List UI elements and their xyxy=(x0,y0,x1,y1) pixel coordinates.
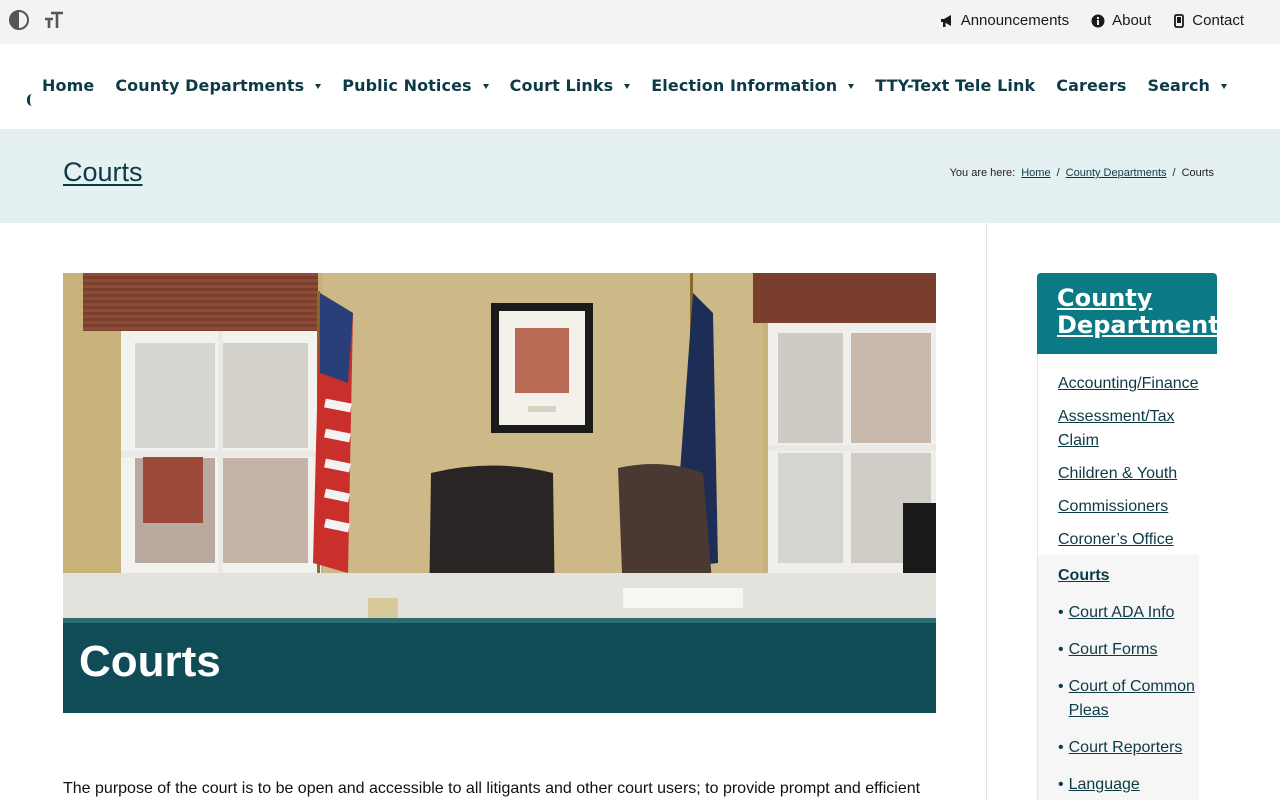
phone-icon xyxy=(1173,13,1185,28)
nav-item-court-links[interactable]: Court Links xyxy=(510,76,631,95)
about-link[interactable]: About xyxy=(1091,12,1151,29)
contact-link[interactable]: Contact xyxy=(1173,12,1244,29)
nav-item-public-notices[interactable]: Public Notices xyxy=(342,76,489,95)
subitem-label: Court ADA Info xyxy=(1068,604,1175,621)
intro-paragraph: The purpose of the court is to be open a… xyxy=(63,780,921,797)
breadcrumb-home[interactable]: Home xyxy=(1021,167,1050,179)
hero-image: Courts xyxy=(63,273,936,713)
breadcrumb: You are here: Home / County Departments … xyxy=(950,167,1214,179)
utility-bar: Announcements About Contact xyxy=(0,0,1280,44)
subitem-label: Language xyxy=(1068,776,1140,793)
sidebar-item-commissioners[interactable]: Commissioners xyxy=(1058,495,1168,519)
caret-down-icon xyxy=(1221,83,1228,89)
breadcrumb-current: Courts xyxy=(1181,167,1214,179)
nav-item-county-departments[interactable]: County Departments xyxy=(115,76,322,95)
content-divider xyxy=(986,223,987,800)
sidebar-list: Accounting/Finance Assessment/Tax Claim … xyxy=(1037,354,1217,800)
sidebar-subitem-court-ada-info[interactable]: • Court ADA Info xyxy=(1058,601,1174,625)
nav-item-label: County Departments xyxy=(115,76,305,95)
sidebar-subitem-court-of-common-pleas[interactable]: • Court of Common Pleas xyxy=(1058,675,1198,723)
bullet: • xyxy=(1058,739,1064,756)
subitem-label: Court of Common Pleas xyxy=(1068,678,1195,719)
sidebar-title[interactable]: County Departments xyxy=(1057,285,1217,339)
caret-down-icon xyxy=(315,83,322,89)
about-label: About xyxy=(1112,12,1152,29)
nav-item-label: TTY-Text Tele Link xyxy=(875,76,1036,95)
nav-item-tty-text-tele-link[interactable]: TTY-Text Tele Link xyxy=(875,76,1035,95)
breadcrumb-prefix: You are here: xyxy=(949,167,1016,179)
caret-down-icon xyxy=(624,83,631,89)
announcements-label: Announcements xyxy=(960,12,1070,29)
contact-label: Contact xyxy=(1192,12,1244,29)
text-size-icon[interactable] xyxy=(42,8,66,32)
hero-caption-bar: Courts xyxy=(63,623,936,713)
sidebar-subitem-court-forms[interactable]: • Court Forms xyxy=(1058,638,1158,662)
sidebar-item-assessment-tax-claim[interactable]: Assessment/Tax Claim xyxy=(1058,405,1198,453)
page-header: Courts You are here: Home / County Depar… xyxy=(0,129,1280,223)
nav-item-home[interactable]: Home xyxy=(42,76,94,95)
nav-item-search[interactable]: Search xyxy=(1147,76,1228,95)
nav-item-label: Public Notices xyxy=(342,76,472,95)
breadcrumb-separator: / xyxy=(1172,167,1176,179)
info-icon xyxy=(1091,14,1105,28)
nav-item-label: Election Information xyxy=(651,76,838,95)
nav-item-careers[interactable]: Careers xyxy=(1056,76,1126,95)
subitem-label: Court Forms xyxy=(1068,641,1158,658)
page-title[interactable]: Courts xyxy=(63,157,143,188)
caret-down-icon xyxy=(848,83,855,89)
hero-title: Courts xyxy=(79,637,221,686)
sidebar-item-accounting-finance[interactable]: Accounting/Finance xyxy=(1058,372,1199,396)
nav-item-label: Careers xyxy=(1056,76,1127,95)
announcements-link[interactable]: Announcements xyxy=(940,12,1069,29)
breadcrumb-county-departments[interactable]: County Departments xyxy=(1066,167,1167,179)
breadcrumb-separator: / xyxy=(1056,167,1060,179)
sidebar-item-coroners-office[interactable]: Coroner’s Office xyxy=(1058,528,1174,552)
site-logo-fragment[interactable] xyxy=(27,94,32,106)
bullet: • xyxy=(1058,678,1064,695)
nav-item-election-information[interactable]: Election Information xyxy=(651,76,855,95)
nav-item-label: Search xyxy=(1147,76,1211,95)
bullet: • xyxy=(1058,641,1064,658)
sidebar-header: County Departments xyxy=(1037,273,1217,354)
contrast-icon[interactable] xyxy=(7,8,31,32)
bullet: • xyxy=(1058,776,1064,793)
sidebar-subitem-court-reporters[interactable]: • Court Reporters xyxy=(1058,736,1182,760)
main-navigation: Home County Departments Public Notices C… xyxy=(0,44,1280,129)
nav-item-label: Court Links xyxy=(509,76,614,95)
megaphone-icon xyxy=(940,14,954,28)
bullet: • xyxy=(1058,604,1064,621)
sidebar-subitem-language[interactable]: • Language xyxy=(1058,773,1140,797)
caret-down-icon xyxy=(482,83,489,89)
sidebar-item-children-youth[interactable]: Children & Youth xyxy=(1058,462,1177,486)
subitem-label: Court Reporters xyxy=(1068,739,1183,756)
sidebar-item-courts[interactable]: Courts xyxy=(1058,564,1110,588)
nav-item-label: Home xyxy=(42,76,95,95)
